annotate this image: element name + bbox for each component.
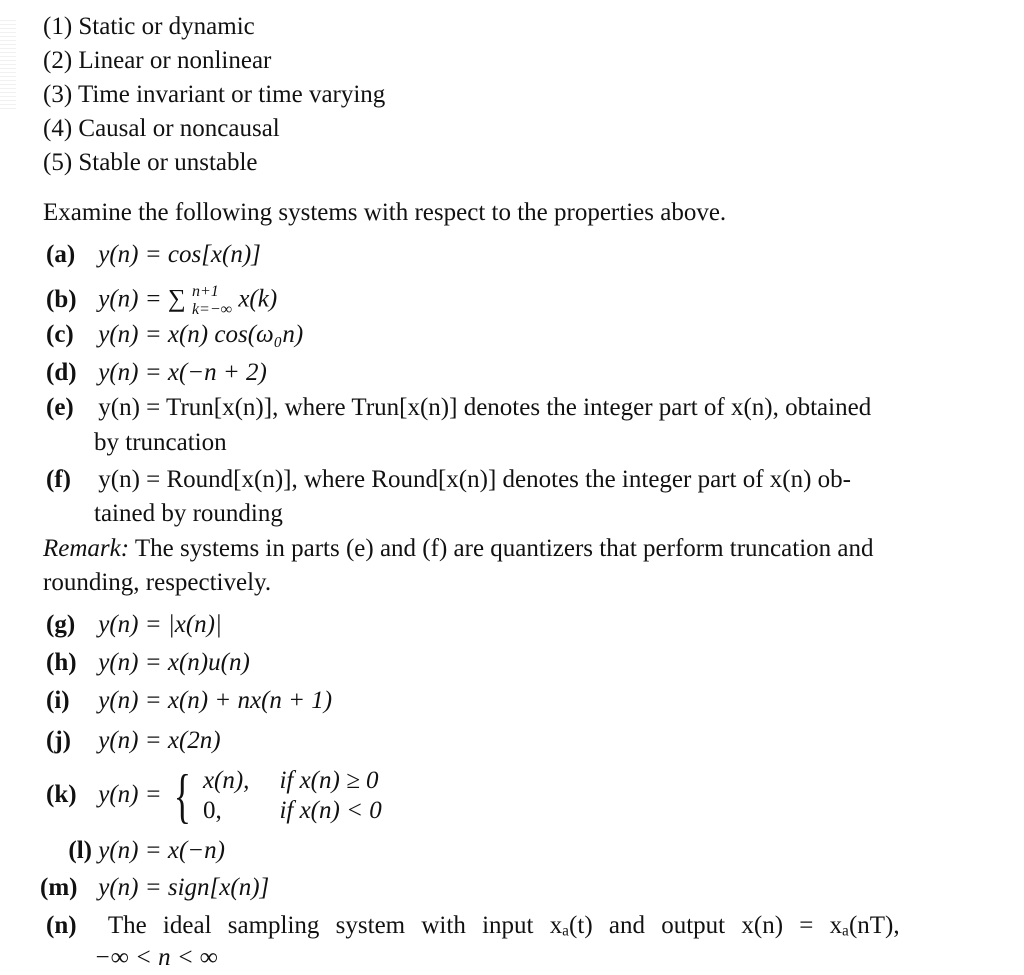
item-a: (a) y(n) = cos[x(n)] xyxy=(46,240,261,270)
item-c: (c) y(n) = x(n) cos(ω₀n) xyxy=(46,320,303,350)
case-2-value: 0, xyxy=(202,797,222,825)
case-1-value: x(n), xyxy=(202,767,250,795)
item-label: (m) xyxy=(40,874,78,901)
item-text: y(n) = Trun[x(n)], where Trun[x(n)] deno… xyxy=(98,394,872,421)
item-label: (h) xyxy=(46,649,77,676)
equation: y(n) = x(−n + 2) xyxy=(98,359,267,386)
piecewise-cases: x(n), if x(n) ≥ 0 0, if x(n) < 0 xyxy=(203,766,382,826)
equation-lhs: y(n) = xyxy=(98,781,168,808)
equation: y(n) = cos[x(n)] xyxy=(98,241,261,268)
item-n: (n) The ideal sampling system with input… xyxy=(46,911,900,941)
equation: y(n) = x(n)u(n) xyxy=(98,649,250,676)
item-d: (d) y(n) = x(−n + 2) xyxy=(46,358,267,388)
textbook-page: (1) Static or dynamic (2) Linear or nonl… xyxy=(0,0,1024,975)
equation-lhs: y(n) = xyxy=(98,285,168,313)
summation-lower: k=−∞ xyxy=(191,301,233,318)
item-e: (e) y(n) = Trun[x(n)], where Trun[x(n)] … xyxy=(46,393,871,423)
scan-artifact xyxy=(0,20,16,110)
item-label: (d) xyxy=(46,359,77,386)
equation: y(n) = x(2n) xyxy=(98,727,221,754)
equation: y(n) = x(n) cos(ω₀n) xyxy=(98,321,304,348)
case-1-condition: if x(n) ≥ 0 xyxy=(279,767,379,795)
equation: y(n) = sign[x(n)] xyxy=(98,874,270,901)
item-text: y(n) = Round[x(n)], where Round[x(n)] de… xyxy=(98,466,852,493)
item-l: (l) y(n) = x(−n) xyxy=(46,836,225,866)
case-2-condition: if x(n) < 0 xyxy=(279,797,382,825)
equation: y(n) = x(n) + nx(n + 1) xyxy=(98,687,333,714)
item-label: (f) xyxy=(46,466,71,493)
item-e-continued: by truncation xyxy=(94,429,227,456)
equation: y(n) = x(−n) xyxy=(98,837,225,864)
remark-text: The systems in parts (e) and (f) are qua… xyxy=(129,535,874,562)
item-label: (a) xyxy=(46,241,76,268)
item-text: The ideal sampling system with input xₐ(… xyxy=(107,912,900,939)
remark-continued: rounding, respectively. xyxy=(43,569,272,596)
item-label: (c) xyxy=(46,321,74,348)
summation-limits: n+1 k=−∞ xyxy=(192,283,232,319)
property-2: (2) Linear or nonlinear xyxy=(43,47,272,74)
remark: Remark: The systems in parts (e) and (f)… xyxy=(43,534,874,564)
property-4: (4) Causal or noncausal xyxy=(43,115,280,142)
property-5: (5) Stable or unstable xyxy=(43,149,258,176)
item-f: (f) y(n) = Round[x(n)], where Round[x(n)… xyxy=(46,465,851,495)
summation-upper: n+1 xyxy=(191,283,219,300)
summation-symbol: ∑ xyxy=(167,285,186,313)
item-label: (g) xyxy=(46,611,76,638)
intro-text: Examine the following systems with respe… xyxy=(43,199,727,226)
remark-label: Remark: xyxy=(43,535,130,562)
item-label: (l) xyxy=(68,837,92,864)
item-j: (j) y(n) = x(2n) xyxy=(46,726,221,756)
item-n-continued: −∞ < n < ∞ xyxy=(94,944,218,971)
item-i: (i) y(n) = x(n) + nx(n + 1) xyxy=(46,686,332,716)
equation-rhs: x(k) xyxy=(238,285,278,313)
property-3: (3) Time invariant or time varying xyxy=(43,81,386,108)
item-m: (m) y(n) = sign[x(n)] xyxy=(40,873,269,903)
item-h: (h) y(n) = x(n)u(n) xyxy=(46,648,250,678)
equation: y(n) = |x(n)| xyxy=(98,611,222,638)
item-label: (j) xyxy=(46,727,71,754)
item-label: (i) xyxy=(46,687,70,714)
item-label: (k) xyxy=(46,781,77,808)
item-label: (e) xyxy=(46,394,74,421)
item-f-continued: tained by rounding xyxy=(94,500,283,527)
property-1: (1) Static or dynamic xyxy=(43,13,255,40)
item-label: (n) xyxy=(46,912,77,939)
item-g: (g) y(n) = |x(n)| xyxy=(46,610,222,640)
item-k: (k) y(n) = { x(n), if x(n) ≥ 0 0, if x(n… xyxy=(46,765,382,826)
item-b: (b) y(n) = ∑ n+1 k=−∞ x(k) xyxy=(46,283,277,319)
item-label: (b) xyxy=(46,285,77,313)
left-brace: { xyxy=(173,763,191,830)
